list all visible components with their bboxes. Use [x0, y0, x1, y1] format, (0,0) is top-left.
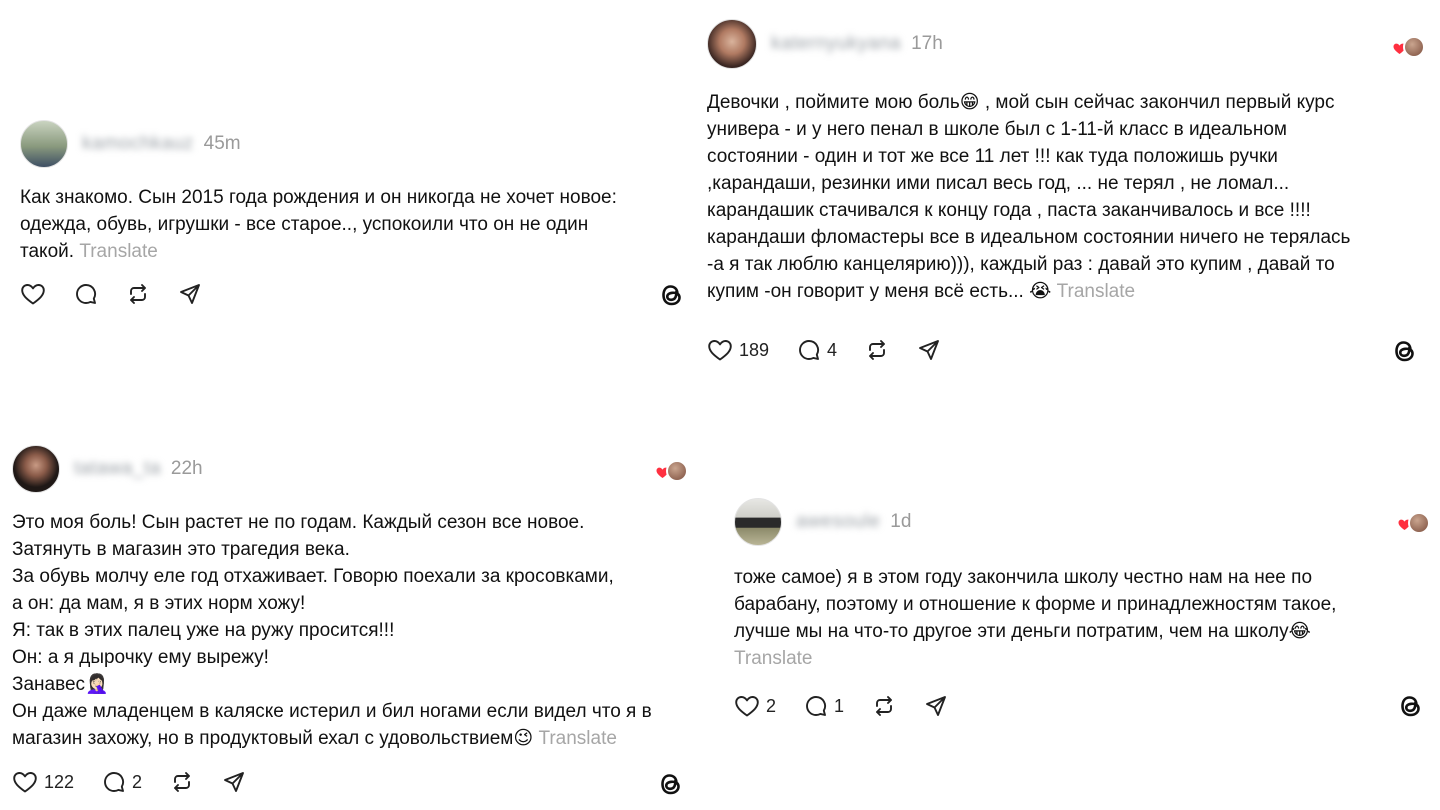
heart-icon [735, 696, 759, 717]
post-header: katernyukyana 17h [707, 19, 943, 69]
post-text: Это моя боль! Сын растет не по годам. Ка… [12, 509, 697, 752]
post-text-content: тоже самое) я в этом году закончила школ… [734, 567, 1337, 642]
post-text: Как знакомо. Сын 2015 года рождения и он… [20, 184, 680, 265]
action-bar [20, 282, 230, 306]
post-katernyukyana: katernyukyana 17h Девочки , поймите мою … [707, 19, 1427, 379]
comment-count: 2 [132, 771, 143, 792]
heart-icon [13, 772, 37, 793]
avatar[interactable] [707, 19, 757, 69]
like-button[interactable]: 122 [12, 770, 74, 794]
comment-button[interactable]: 2 [102, 770, 142, 794]
avatar[interactable] [20, 120, 68, 168]
action-bar: 2 1 [734, 694, 976, 718]
like-button[interactable]: 189 [707, 338, 769, 362]
post-text-content: Девочки , поймите мою боль😁 , мой сын се… [707, 92, 1351, 302]
comment-icon [104, 772, 125, 792]
action-bar: 189 4 [707, 338, 969, 362]
like-button[interactable] [20, 282, 46, 306]
share-button[interactable] [917, 338, 941, 362]
avatar[interactable] [734, 498, 782, 546]
username[interactable]: katernyukyana [771, 33, 901, 55]
repost-button[interactable] [872, 694, 896, 718]
threads-logo-icon[interactable] [1395, 690, 1425, 722]
translate-link[interactable]: Translate [79, 241, 158, 262]
post-text: Девочки , поймите мою боль😁 , мой сын се… [707, 89, 1422, 305]
send-icon [919, 340, 940, 360]
like-count: 2 [766, 695, 777, 716]
author-avatar-mini [1408, 512, 1430, 534]
post-header: kamochkauz 45m [20, 119, 241, 169]
author-reaction [656, 460, 688, 482]
timestamp: 17h [911, 33, 943, 54]
send-icon [224, 772, 245, 792]
send-icon [180, 284, 200, 304]
repost-icon [869, 340, 886, 360]
repost-icon [876, 696, 892, 716]
author-avatar-mini [1403, 36, 1425, 58]
share-button[interactable] [178, 282, 202, 306]
timestamp: 45m [203, 133, 241, 154]
username[interactable]: kamochkauz [82, 133, 194, 155]
author-avatar-mini [666, 460, 688, 482]
like-count: 122 [44, 771, 75, 792]
translate-link[interactable]: Translate [538, 728, 617, 749]
post-text-content: Это моя боль! Сын растет не по годам. Ка… [12, 512, 652, 749]
action-bar: 122 2 [12, 770, 274, 794]
avatar[interactable] [12, 445, 60, 493]
comment-icon [806, 696, 827, 716]
heart-icon [708, 340, 732, 361]
repost-icon [174, 772, 191, 792]
username[interactable]: tatawa_ta [74, 458, 161, 480]
share-button[interactable] [222, 770, 246, 794]
post-tatawa-ta: tatawa_ta 22h Это моя боль! Сын растет н… [12, 444, 702, 806]
comment-button[interactable] [74, 282, 98, 306]
author-reaction [1398, 512, 1430, 534]
timestamp: 22h [170, 458, 203, 479]
post-kamochkauz: kamochkauz 45m Как знакомо. Сын 2015 год… [20, 119, 700, 319]
timestamp: 1d [890, 511, 912, 532]
repost-button[interactable] [126, 282, 150, 306]
like-count: 189 [739, 339, 770, 360]
post-header: awesoule 1d [734, 497, 911, 547]
send-icon [926, 696, 946, 716]
repost-button[interactable] [170, 770, 194, 794]
repost-icon [130, 284, 146, 304]
threads-logo-icon[interactable] [656, 279, 686, 311]
share-button[interactable] [924, 694, 948, 718]
translate-link[interactable]: Translate [1057, 281, 1136, 302]
heart-icon [21, 284, 45, 305]
post-header: tatawa_ta 22h [12, 444, 203, 494]
username[interactable]: awesoule [796, 511, 880, 533]
repost-button[interactable] [865, 338, 889, 362]
threads-logo-icon[interactable] [655, 768, 685, 800]
comment-icon [799, 340, 820, 360]
comment-button[interactable]: 1 [804, 694, 844, 718]
post-text: тоже самое) я в этом году закончила школ… [734, 564, 1414, 672]
comment-button[interactable]: 4 [797, 338, 837, 362]
comment-count: 1 [834, 695, 845, 716]
threads-logo-icon[interactable] [1389, 335, 1419, 367]
comment-icon [76, 284, 97, 304]
author-reaction [1393, 36, 1425, 58]
post-awesoule: awesoule 1d тоже самое) я в этом году за… [734, 497, 1430, 727]
like-button[interactable]: 2 [734, 694, 776, 718]
comment-count: 4 [827, 339, 838, 360]
translate-link[interactable]: Translate [734, 648, 813, 669]
